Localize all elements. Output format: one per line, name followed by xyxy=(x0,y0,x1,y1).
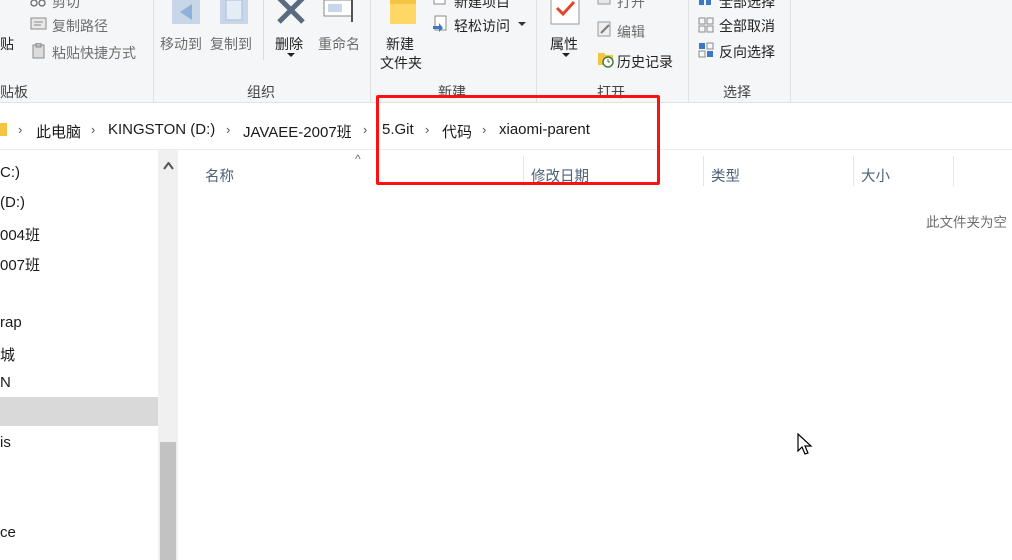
breadcrumb-separator-icon[interactable]: › xyxy=(363,122,367,137)
breadcrumb-drive[interactable]: KINGSTON (D:) xyxy=(108,121,215,138)
new-item-icon xyxy=(433,0,446,5)
organize-group-label: 组织 xyxy=(247,84,275,100)
open-icon xyxy=(597,0,611,5)
history-icon xyxy=(598,53,614,68)
invert-selection-icon xyxy=(698,42,714,58)
new-item-button[interactable]: 新建项目 xyxy=(454,0,510,12)
delete-button[interactable]: 删除 xyxy=(275,34,303,54)
paste-shortcut-icon xyxy=(32,43,45,59)
cut-button[interactable]: 剪切 xyxy=(52,0,80,12)
nav-scrollbar[interactable] xyxy=(158,150,178,560)
column-header-size[interactable]: 大小 xyxy=(861,165,890,186)
select-all-button[interactable]: 全部选择 xyxy=(719,0,775,12)
select-all-icon xyxy=(699,0,711,5)
breadcrumb-this-pc[interactable]: 此电脑 xyxy=(36,121,81,142)
select-none-icon xyxy=(698,17,714,33)
paste-button[interactable]: 贴 xyxy=(0,34,14,54)
nav-item-n[interactable]: N xyxy=(0,374,11,391)
copy-path-icon xyxy=(30,17,47,30)
sort-ascending-icon: ^ xyxy=(355,152,361,166)
nav-item-bootstrap[interactable]: rap xyxy=(0,314,22,331)
open-button[interactable]: 打开 xyxy=(617,0,645,12)
breadcrumb-separator-icon[interactable]: › xyxy=(226,122,230,137)
nav-item-mall[interactable]: 城 xyxy=(0,344,15,365)
properties-icon xyxy=(550,0,580,25)
move-to-icon xyxy=(172,0,200,24)
select-group-label: 选择 xyxy=(723,84,751,100)
history-button[interactable]: 历史记录 xyxy=(617,52,673,72)
navigation-pane: C:) (D:) 004班 007班 rap 城 N is ce xyxy=(0,150,158,560)
scroll-up-icon[interactable] xyxy=(163,162,174,170)
clipboard-group-label: 贴板 xyxy=(0,84,28,100)
select-none-button[interactable]: 全部取消 xyxy=(719,16,775,36)
chevron-down-icon[interactable] xyxy=(561,52,571,58)
new-folder-button[interactable]: 新建 xyxy=(386,34,414,54)
column-divider[interactable] xyxy=(703,156,704,186)
column-header-type[interactable]: 类型 xyxy=(711,165,740,186)
easy-access-icon xyxy=(433,15,447,32)
nav-item-class-2004[interactable]: 004班 xyxy=(0,224,40,245)
breadcrumb-separator-icon[interactable]: › xyxy=(91,122,95,137)
copy-to-icon xyxy=(220,0,248,24)
ribbon-divider xyxy=(536,0,537,102)
breadcrumb-separator-icon[interactable]: › xyxy=(18,122,22,137)
mouse-cursor-icon xyxy=(797,433,813,455)
move-to-button[interactable]: 移动到 xyxy=(160,34,202,54)
paste-shortcut-button[interactable]: 粘贴快捷方式 xyxy=(52,43,136,63)
easy-access-button[interactable]: 轻松访问 xyxy=(454,16,510,36)
invert-selection-button[interactable]: 反向选择 xyxy=(719,42,775,62)
copy-to-button[interactable]: 复制到 xyxy=(210,34,252,54)
empty-folder-message: 此文件夹为空 xyxy=(926,215,1007,230)
ribbon-divider xyxy=(790,0,791,102)
edit-icon xyxy=(597,21,611,37)
properties-button[interactable]: 属性 xyxy=(550,34,578,54)
column-divider[interactable] xyxy=(953,156,954,186)
nav-item-is[interactable]: is xyxy=(0,434,11,451)
nav-item-ce[interactable]: ce xyxy=(0,524,16,541)
ribbon-divider xyxy=(263,0,264,60)
edit-button[interactable]: 编辑 xyxy=(617,22,645,42)
ribbon-divider xyxy=(370,0,371,102)
cut-icon xyxy=(30,0,46,7)
scrollbar-thumb[interactable] xyxy=(160,442,176,560)
column-divider[interactable] xyxy=(853,156,854,186)
nav-item-selected[interactable] xyxy=(0,397,158,426)
rename-icon xyxy=(323,0,353,22)
breadcrumb-class-folder[interactable]: JAVAEE-2007班 xyxy=(243,121,352,142)
annotation-highlight-box xyxy=(376,95,660,185)
chevron-down-icon[interactable] xyxy=(286,52,296,58)
new-folder-icon xyxy=(390,0,416,24)
column-header-name[interactable]: 名称 xyxy=(205,165,234,186)
chevron-down-icon[interactable] xyxy=(518,22,526,28)
folder-icon xyxy=(0,123,7,136)
delete-icon xyxy=(277,0,305,24)
ribbon-divider xyxy=(688,0,689,102)
nav-item-d-drive[interactable]: (D:) xyxy=(0,194,25,211)
nav-item-c-drive[interactable]: C:) xyxy=(0,164,20,181)
new-folder-button-line2[interactable]: 文件夹 xyxy=(380,53,422,73)
ribbon: 贴 剪切 复制路径 粘贴快捷方式 贴板 移动到 复制到 删除 重命名 组织 新建… xyxy=(0,0,1012,103)
rename-button[interactable]: 重命名 xyxy=(318,34,360,54)
ribbon-divider xyxy=(153,0,154,102)
nav-item-class-2007[interactable]: 007班 xyxy=(0,254,40,275)
copy-path-button[interactable]: 复制路径 xyxy=(52,16,108,36)
